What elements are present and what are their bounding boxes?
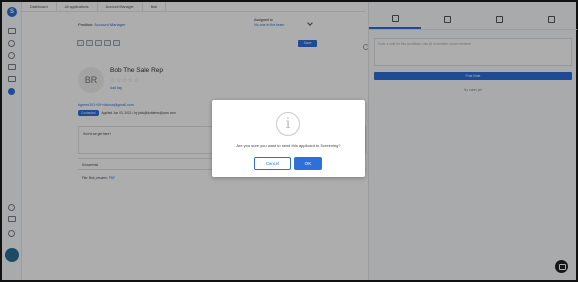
- dialog-message: Are you sure you want to send this appli…: [236, 143, 341, 148]
- ok-button[interactable]: OK: [294, 157, 322, 170]
- cancel-button[interactable]: Cancel: [254, 157, 291, 170]
- confirm-dialog: i Are you sure you want to send this app…: [212, 100, 365, 177]
- info-icon: i: [276, 112, 300, 136]
